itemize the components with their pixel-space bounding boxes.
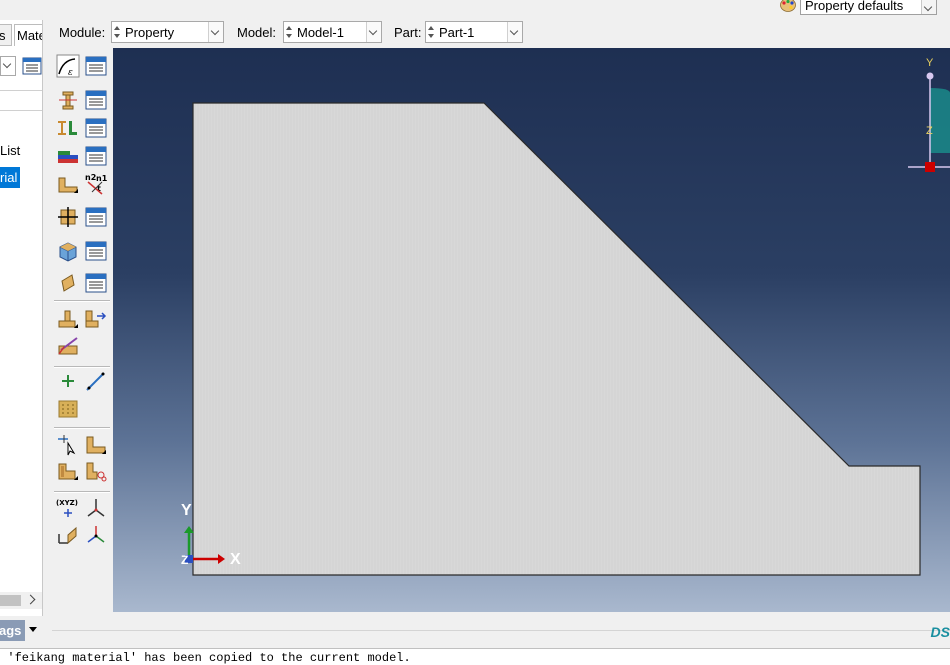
- create-datum-csys-icon[interactable]: (XYZ): [56, 496, 80, 520]
- triad-z-label: Z: [181, 553, 188, 567]
- svg-text:(XYZ): (XYZ): [56, 499, 78, 507]
- toolbox-divider: [54, 366, 110, 368]
- orientation-manager-icon[interactable]: [84, 205, 108, 229]
- toolbox-divider: [54, 300, 110, 302]
- selected-material-item[interactable]: rial: [0, 167, 20, 188]
- viewport-footer: DS: [52, 612, 950, 648]
- flags-button[interactable]: ags: [0, 620, 25, 641]
- message-line: l 'feikang material' has been copied to …: [0, 651, 411, 665]
- palette-icon[interactable]: [780, 0, 796, 12]
- create-datum-csys-manager-icon[interactable]: [84, 496, 108, 520]
- partition-edge-icon[interactable]: [56, 459, 80, 483]
- chevron-down-icon[interactable]: [208, 22, 223, 42]
- render-style-combo[interactable]: Property defaults: [800, 0, 937, 15]
- material-manager-icon[interactable]: [84, 54, 108, 78]
- tab-material-library[interactable]: Mate: [14, 24, 42, 46]
- triad-x-label: X: [230, 551, 241, 568]
- viewport-canvas: X Y Z Y Z: [181, 57, 950, 576]
- scrollbar-thumb[interactable]: [0, 595, 21, 606]
- virtual-topology-icon[interactable]: [84, 459, 108, 483]
- table-icon[interactable]: [22, 57, 42, 75]
- spinner-icon[interactable]: [427, 23, 436, 41]
- message-area: l 'feikang material' has been copied to …: [0, 648, 950, 665]
- chevron-down-icon[interactable]: [507, 22, 522, 42]
- tab-results[interactable]: s: [0, 24, 12, 46]
- view-triad-y-label: Y: [926, 57, 934, 69]
- view-manipulation-icon[interactable]: [84, 523, 108, 547]
- horizontal-scrollbar[interactable]: [0, 592, 42, 609]
- chevron-right-icon[interactable]: [25, 594, 36, 605]
- selection-options-bar: ags: [0, 620, 47, 641]
- render-style-bar: Property defaults: [770, 0, 950, 15]
- view-triad-z-label: Z: [926, 125, 933, 137]
- view-triad[interactable]: Y Z: [908, 57, 950, 172]
- model-tree-panel: s Mate List rial: [0, 20, 43, 616]
- assign-material-orientation-icon[interactable]: [56, 205, 80, 229]
- svg-text:n2: n2: [85, 173, 96, 182]
- create-datum-point-icon[interactable]: [56, 369, 80, 393]
- spinner-icon[interactable]: [113, 23, 122, 41]
- create-datum-plane-icon[interactable]: [56, 397, 80, 421]
- section-manager-icon[interactable]: [84, 88, 108, 112]
- create-skin-icon[interactable]: [56, 239, 80, 263]
- chevron-down-icon[interactable]: [921, 0, 936, 14]
- composite-layup-manager-icon[interactable]: [84, 144, 108, 168]
- divider: [0, 90, 42, 91]
- tree-tabs: s Mate: [0, 24, 42, 46]
- material-list-label: List: [0, 143, 21, 158]
- assign-rebar-icon[interactable]: [56, 334, 80, 358]
- create-section-icon[interactable]: [56, 88, 80, 112]
- svg-text:n1: n1: [96, 174, 108, 183]
- module-select[interactable]: Property: [111, 21, 224, 43]
- toolbox-divider: [54, 491, 110, 493]
- special-inertia-icon[interactable]: [56, 307, 80, 331]
- model-select[interactable]: Model-1: [283, 21, 382, 43]
- create-material-icon[interactable]: ε: [56, 54, 80, 78]
- graphics-viewport[interactable]: X Y Z Y Z: [113, 48, 950, 612]
- context-bar: Module: Property Model: Model-1 Part: Pa…: [52, 20, 950, 46]
- create-composite-layup-icon[interactable]: [56, 144, 80, 168]
- part-select[interactable]: Part-1: [425, 21, 523, 43]
- model-label: Model:: [237, 25, 277, 40]
- profile-manager-icon[interactable]: [84, 116, 108, 140]
- module-value: Property: [125, 25, 175, 40]
- divider: [0, 110, 42, 111]
- part-geometry: [192, 102, 921, 576]
- toolbox-divider: [54, 427, 110, 429]
- chevron-down-icon[interactable]: [29, 627, 37, 632]
- partition-cell-icon[interactable]: [84, 433, 108, 457]
- ds-logo: DS: [930, 624, 950, 640]
- stringer-manager-icon[interactable]: [84, 271, 108, 295]
- part-label: Part:: [394, 25, 422, 40]
- triad-y-label: Y: [181, 502, 192, 519]
- partition-face-icon[interactable]: [56, 433, 80, 457]
- special-springs-icon[interactable]: [84, 307, 108, 331]
- query-icon[interactable]: [56, 523, 80, 547]
- chevron-down-icon[interactable]: [366, 22, 381, 42]
- model-value: Model-1: [297, 25, 344, 40]
- svg-text:ε: ε: [68, 68, 73, 78]
- module-label: Module:: [59, 25, 106, 40]
- spinner-icon[interactable]: [285, 23, 294, 41]
- skin-manager-icon[interactable]: [84, 239, 108, 263]
- property-toolbox: ε n2 n1 t (XYZ): [52, 50, 112, 610]
- divider: [52, 630, 950, 631]
- assign-beam-orientation-icon[interactable]: n2 n1 t: [84, 172, 108, 196]
- create-stringer-icon[interactable]: [56, 271, 80, 295]
- create-datum-axis-icon[interactable]: [84, 369, 108, 393]
- create-profile-icon[interactable]: [56, 116, 80, 140]
- part-value: Part-1: [439, 25, 475, 40]
- tree-filter-select[interactable]: [0, 56, 16, 76]
- assign-section-icon[interactable]: [56, 172, 80, 196]
- render-style-value: Property defaults: [805, 0, 904, 13]
